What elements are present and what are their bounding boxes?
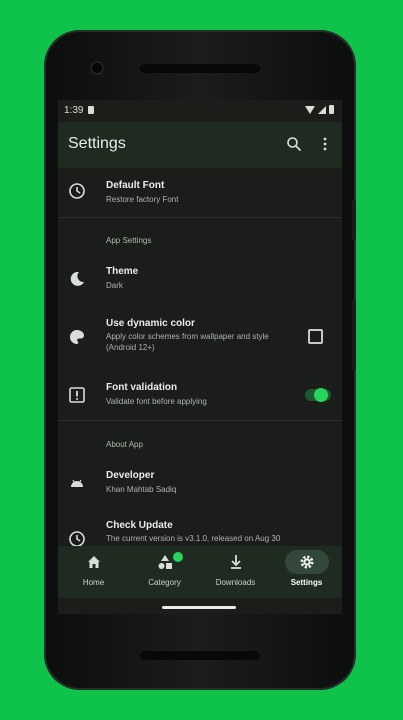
- nav-label: Home: [82, 578, 105, 587]
- android-icon: [71, 479, 83, 487]
- status-icons: [305, 105, 334, 114]
- settings-list: Default Font Restore factory Font App Se…: [58, 168, 342, 546]
- warning-icon: [69, 387, 85, 403]
- nav-label: Category: [148, 578, 181, 587]
- power-button: [352, 200, 356, 240]
- setting-default-font[interactable]: Default Font Restore factory Font: [58, 168, 342, 216]
- gesture-bar[interactable]: [162, 606, 236, 609]
- section-header-about-app: About App: [106, 440, 143, 449]
- page-title: Settings: [68, 135, 126, 152]
- setting-title: Font validation: [106, 382, 178, 393]
- setting-subtitle: Khan Mahtab Sadiq: [106, 485, 177, 494]
- nav-category[interactable]: Category: [129, 546, 200, 598]
- more-vert-icon[interactable]: [322, 136, 328, 152]
- nav-label: Downloads: [215, 578, 256, 587]
- setting-check-update[interactable]: Check Update The current version is v3.1…: [58, 516, 342, 546]
- setting-title: Developer: [106, 470, 155, 481]
- category-badge: [173, 552, 183, 562]
- status-bar: 1:39: [58, 100, 342, 122]
- wifi-icon: [305, 105, 315, 114]
- setting-developer[interactable]: Developer Khan Mahtab Sadiq: [58, 462, 342, 506]
- bottom-navigation: Home Category Downloads Settings: [58, 546, 342, 598]
- battery-icon: [329, 105, 334, 114]
- setting-theme[interactable]: Theme Dark: [58, 258, 342, 302]
- restore-icon: [69, 183, 85, 199]
- nav-label: Settings: [290, 578, 323, 587]
- setting-subtitle: Restore factory Font: [106, 195, 179, 204]
- volume-button: [352, 300, 356, 370]
- setting-font-validation[interactable]: Font validation Validate font before app…: [58, 376, 342, 420]
- setting-subtitle: Validate font before applying: [106, 397, 207, 406]
- screen: 1:39 Settings Default Font Restore facto…: [58, 100, 342, 614]
- sim-icon: [88, 106, 94, 114]
- nav-home[interactable]: Home: [58, 546, 129, 598]
- palette-icon: [70, 330, 84, 344]
- earpiece-speaker: [140, 64, 260, 73]
- section-header-app-settings: App Settings: [106, 236, 152, 245]
- dynamic-color-checkbox[interactable]: [308, 329, 323, 344]
- setting-title: Check Update: [106, 520, 173, 531]
- update-icon: [69, 531, 85, 546]
- signal-icon: [318, 105, 326, 114]
- setting-subtitle: Apply color schemes from wallpaper and s…: [106, 332, 269, 352]
- download-icon: [230, 555, 241, 569]
- front-camera: [92, 63, 102, 73]
- setting-dynamic-color[interactable]: Use dynamic color Apply color schemes fr…: [58, 314, 342, 368]
- setting-title: Use dynamic color: [106, 318, 195, 329]
- settings-gear-icon: [300, 555, 313, 569]
- home-icon: [87, 556, 100, 568]
- status-time: 1:39: [64, 105, 84, 116]
- setting-title: Theme: [106, 266, 139, 277]
- divider: [58, 217, 342, 218]
- nav-settings[interactable]: Settings: [271, 546, 342, 598]
- setting-title: Default Font: [106, 180, 165, 191]
- switch-thumb[interactable]: [314, 388, 328, 402]
- search-icon[interactable]: [286, 136, 302, 152]
- app-bar: Settings: [58, 122, 342, 168]
- divider: [58, 420, 342, 421]
- nav-downloads[interactable]: Downloads: [200, 546, 271, 598]
- category-icon: [158, 555, 172, 569]
- dark-mode-icon: [70, 271, 84, 286]
- setting-subtitle: The current version is v3.1.0, released …: [106, 534, 281, 543]
- bottom-speaker: [140, 651, 260, 660]
- setting-subtitle: Dark: [106, 281, 123, 290]
